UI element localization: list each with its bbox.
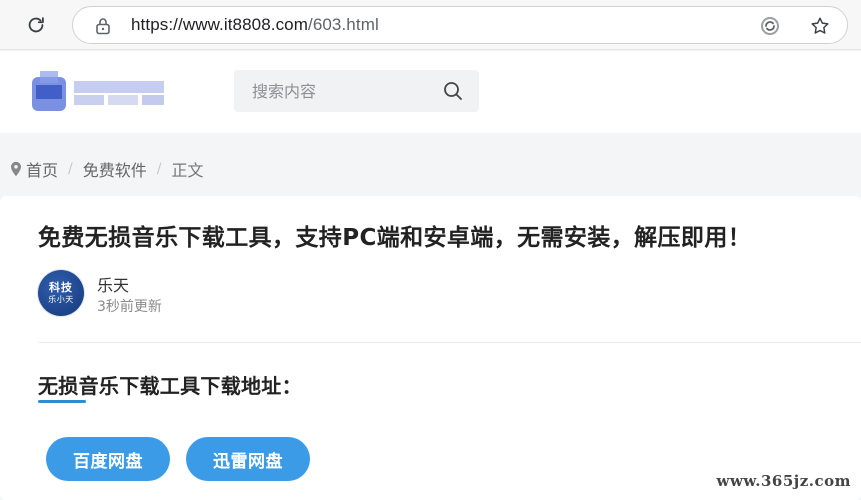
- article-title: 免费无损音乐下载工具，支持PC端和安卓端，无需安装，解压即用！: [38, 225, 752, 251]
- url-host: https://www.it8808.com: [131, 15, 308, 34]
- browser-toolbar: https://www.it8808.com/603.html: [0, 0, 861, 50]
- xunlei-pan-button[interactable]: 迅雷网盘: [186, 437, 310, 481]
- url-text[interactable]: https://www.it8808.com/603.html: [131, 15, 379, 35]
- article-card: 免费无损音乐下载工具，支持PC端和安卓端，无需安装，解压即用！ 科技 乐小天 乐…: [0, 196, 861, 500]
- author-name[interactable]: 乐天: [97, 272, 129, 296]
- address-bar[interactable]: https://www.it8808.com/603.html: [72, 6, 848, 44]
- update-time: 3秒前更新: [97, 299, 162, 315]
- site-header: [0, 51, 861, 133]
- author-avatar[interactable]: 科技 乐小天: [38, 270, 84, 316]
- baidu-pan-button[interactable]: 百度网盘: [46, 437, 170, 481]
- section-heading: 无损音乐下载工具下载地址：: [38, 374, 302, 398]
- breadcrumb-separator: /: [156, 161, 162, 177]
- location-pin-icon: [10, 161, 22, 177]
- breadcrumb-current: 正文: [171, 161, 204, 180]
- breadcrumb-home[interactable]: 首页: [26, 157, 58, 181]
- search-input[interactable]: [234, 70, 434, 112]
- search-icon[interactable]: [442, 80, 464, 102]
- avatar-text-line1: 科技: [49, 281, 73, 294]
- breadcrumb-category[interactable]: 免费软件: [83, 157, 147, 181]
- search-box: [234, 70, 479, 112]
- breadcrumb-separator: /: [68, 161, 73, 177]
- watermark: www.365jz.com: [716, 472, 851, 490]
- site-logo[interactable]: [30, 71, 170, 115]
- reader-mode-icon[interactable]: [759, 15, 781, 37]
- url-path: /603.html: [308, 15, 379, 34]
- breadcrumb: 首页 / 免费软件 / 正文: [10, 157, 203, 181]
- avatar-text-line2: 乐小天: [48, 295, 74, 304]
- star-icon[interactable]: [809, 15, 831, 37]
- reload-icon[interactable]: [22, 11, 50, 39]
- divider: [38, 342, 861, 343]
- heading-underline: [38, 400, 86, 403]
- lock-icon[interactable]: [93, 16, 113, 36]
